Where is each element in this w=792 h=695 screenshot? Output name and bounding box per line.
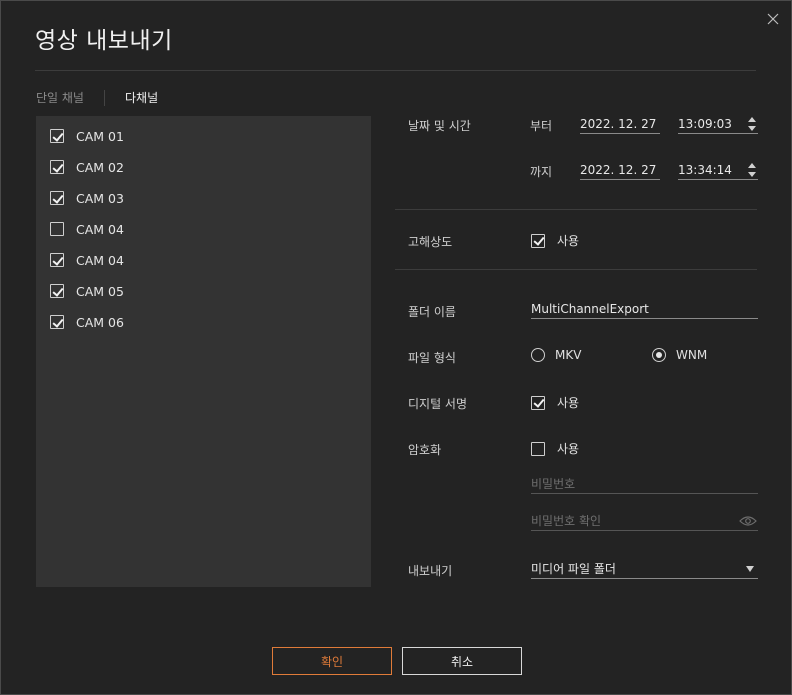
channel-label: CAM 01	[76, 128, 124, 144]
folder-name-label: 폴더 이름	[408, 305, 456, 319]
tab-separator	[103, 89, 105, 106]
password-placeholder: 비밀번호	[531, 477, 576, 491]
digital-signature-checkbox[interactable]	[531, 395, 545, 410]
channel-label: CAM 04	[76, 252, 124, 268]
channel-checkbox[interactable]	[50, 253, 64, 267]
channel-label: CAM 05	[76, 283, 124, 299]
password-confirm-input[interactable]: 비밀번호 확인	[531, 511, 758, 531]
channel-item[interactable]: CAM 05	[50, 282, 124, 300]
channel-checkbox[interactable]	[50, 160, 64, 174]
datetime-label: 날짜 및 시간	[408, 119, 471, 133]
channel-item[interactable]: CAM 04	[50, 251, 124, 269]
wnm-radio[interactable]	[652, 348, 666, 362]
channel-checkbox[interactable]	[50, 222, 64, 236]
confirm-button[interactable]: 확인	[272, 647, 392, 675]
section-divider	[395, 269, 757, 270]
tab-single-channel[interactable]: 단일 채널	[36, 89, 84, 106]
export-label: 내보내기	[408, 564, 453, 578]
mkv-radio[interactable]	[531, 348, 545, 362]
to-date-input[interactable]: 2022. 12. 27	[580, 160, 660, 180]
digital-signature-option-label: 사용	[557, 396, 580, 410]
to-time-value: 13:34:14	[678, 162, 732, 177]
folder-name-input[interactable]: MultiChannelExport	[531, 299, 758, 319]
channel-checkbox[interactable]	[50, 191, 64, 205]
channel-item[interactable]: CAM 01	[50, 127, 124, 145]
file-format-label: 파일 형식	[408, 351, 456, 365]
close-icon[interactable]	[765, 11, 781, 27]
channel-label: CAM 03	[76, 190, 124, 206]
channel-checkbox[interactable]	[50, 129, 64, 143]
channel-list: CAM 01 CAM 02 CAM 03 CAM 04 CAM 04 CAM 0…	[36, 116, 371, 587]
high-res-label: 고해상도	[408, 235, 453, 249]
chevron-down-icon	[746, 566, 754, 572]
folder-name-value: MultiChannelExport	[531, 301, 649, 316]
password-input[interactable]: 비밀번호	[531, 474, 758, 494]
digital-signature-option[interactable]: 사용	[531, 394, 579, 411]
mkv-radio-label: MKV	[555, 348, 582, 362]
from-date-value: 2022. 12. 27	[580, 116, 657, 131]
time-spinner-icon[interactable]	[748, 117, 756, 131]
title-divider	[35, 70, 756, 71]
channel-item[interactable]: CAM 06	[50, 313, 124, 331]
high-res-option[interactable]: 사용	[531, 232, 579, 249]
export-target-value: 미디어 파일 폴더	[531, 562, 616, 576]
time-spinner-icon[interactable]	[748, 163, 756, 177]
file-format-option-wnm[interactable]: WNM	[652, 348, 707, 362]
channel-mode-tabs: 단일 채널 다채널	[36, 89, 158, 106]
encryption-option[interactable]: 사용	[531, 440, 579, 457]
dialog-title: 영상 내보내기	[35, 28, 173, 54]
from-time-input[interactable]: 13:09:03	[678, 114, 758, 134]
encryption-option-label: 사용	[557, 442, 580, 456]
password-confirm-placeholder: 비밀번호 확인	[531, 514, 602, 528]
export-target-dropdown[interactable]: 미디어 파일 폴더	[531, 559, 758, 579]
channel-checkbox[interactable]	[50, 284, 64, 298]
cancel-button[interactable]: 취소	[402, 647, 522, 675]
channel-item[interactable]: CAM 03	[50, 189, 124, 207]
file-format-option-mkv[interactable]: MKV	[531, 348, 581, 362]
to-time-input[interactable]: 13:34:14	[678, 160, 758, 180]
to-date-value: 2022. 12. 27	[580, 162, 657, 177]
encryption-label: 암호화	[408, 443, 442, 457]
from-date-input[interactable]: 2022. 12. 27	[580, 114, 660, 134]
eye-icon[interactable]	[739, 515, 757, 530]
high-res-checkbox[interactable]	[531, 233, 545, 248]
channel-label: CAM 02	[76, 159, 124, 175]
channel-label: CAM 06	[76, 314, 124, 330]
high-res-option-label: 사용	[557, 234, 580, 248]
from-time-value: 13:09:03	[678, 116, 732, 131]
channel-checkbox[interactable]	[50, 315, 64, 329]
export-dialog: 영상 내보내기 단일 채널 다채널 CAM 01 CAM 02 CAM 03 C…	[0, 0, 792, 695]
from-label: 부터	[530, 119, 553, 133]
wnm-radio-label: WNM	[676, 348, 708, 362]
channel-item[interactable]: CAM 02	[50, 158, 124, 176]
to-label: 까지	[530, 165, 553, 179]
encryption-checkbox[interactable]	[531, 441, 545, 456]
tab-multi-channel[interactable]: 다채널	[125, 89, 158, 106]
channel-item[interactable]: CAM 04	[50, 220, 124, 238]
digital-signature-label: 디지털 서명	[408, 397, 468, 411]
channel-label: CAM 04	[76, 221, 124, 237]
section-divider	[395, 209, 757, 210]
